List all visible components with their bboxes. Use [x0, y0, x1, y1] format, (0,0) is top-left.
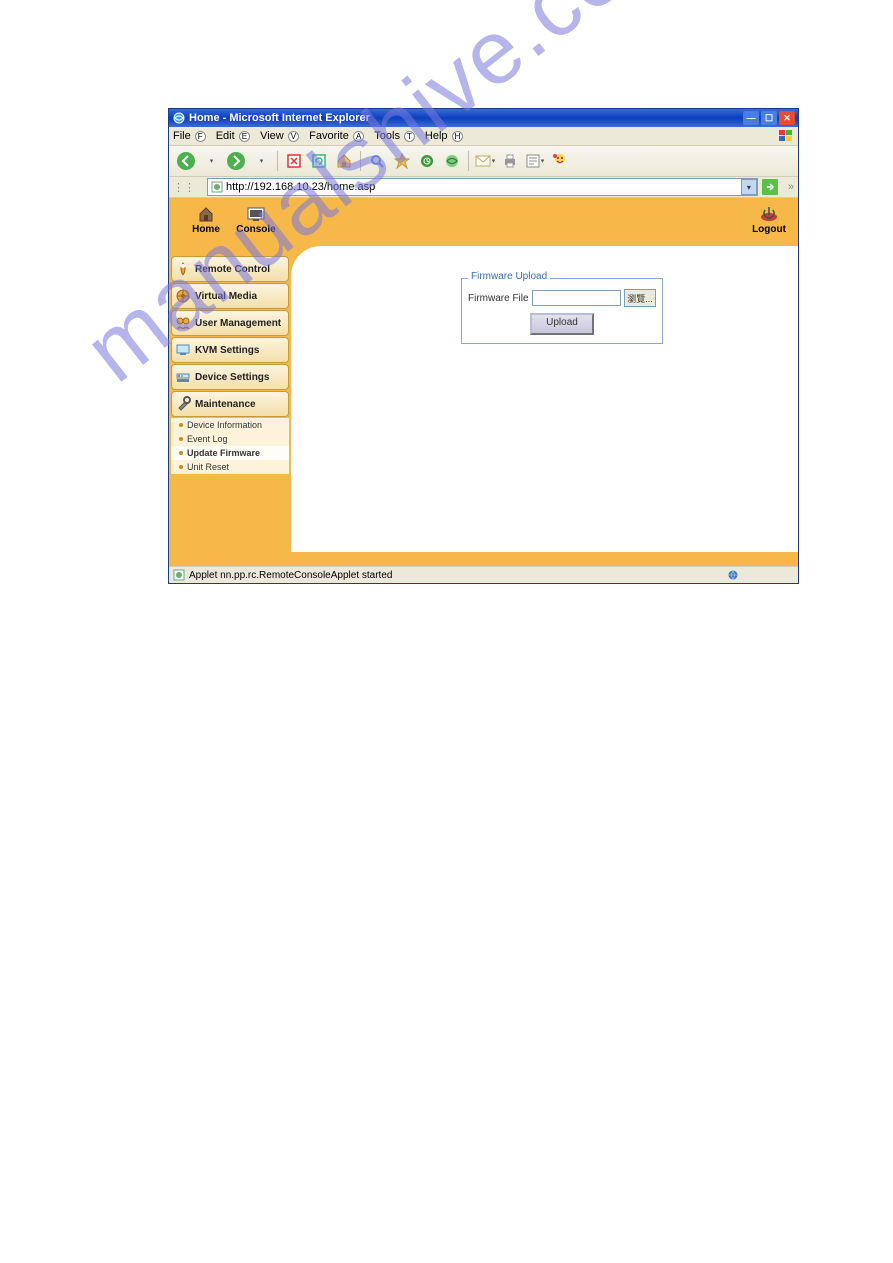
address-bar-bullets: ⋮⋮ [173, 181, 195, 194]
console-icon [231, 204, 281, 224]
sidebar-user-management[interactable]: User Management [171, 310, 289, 336]
messenger-button[interactable] [549, 150, 571, 172]
sidebar-item-label: KVM Settings [195, 345, 259, 356]
toolbar [169, 146, 798, 177]
go-button[interactable] [762, 179, 778, 195]
toolbar-separator [360, 151, 361, 171]
browser-window: Home - Microsoft Internet Explorer — ☐ ✕… [168, 108, 799, 584]
menu-edit[interactable]: Edit E [216, 130, 250, 142]
menu-help[interactable]: Help H [425, 130, 463, 142]
firmware-file-input[interactable] [532, 290, 621, 306]
toolbar-separator [468, 151, 469, 171]
sidebar-remote-control[interactable]: Remote Control [171, 256, 289, 282]
upload-button[interactable]: Upload [530, 313, 594, 335]
favorites-button[interactable] [391, 150, 413, 172]
address-url: http://192.168.10.23/home.asp [226, 181, 375, 193]
close-button[interactable]: ✕ [779, 111, 795, 125]
forward-dropdown[interactable] [250, 150, 272, 172]
sidebar-virtual-media[interactable]: Virtual Media [171, 283, 289, 309]
status-icon [173, 569, 185, 581]
sidebar-kvm-settings[interactable]: KVM Settings [171, 337, 289, 363]
menubar: File F Edit E View V Favorite A Tools T … [169, 127, 798, 146]
status-text: Applet nn.pp.rc.RemoteConsoleApplet star… [189, 570, 392, 581]
minimize-button[interactable]: — [743, 111, 759, 125]
browse-button[interactable]: 瀏覽... [624, 289, 656, 307]
mail-button[interactable] [474, 150, 496, 172]
topbar-console[interactable]: Console [231, 204, 281, 235]
sidebar-item-label: Device Settings [195, 372, 269, 383]
firmware-file-row: Firmware File 瀏覽... [468, 289, 656, 307]
page-viewport: Home Console Logout Firmware Upload Firm… [169, 198, 798, 566]
window-title: Home - Microsoft Internet Explorer [189, 112, 743, 124]
topbar-home[interactable]: Home [181, 204, 231, 235]
firmware-legend: Firmware Upload [468, 271, 550, 282]
links-handle[interactable]: » [788, 181, 794, 193]
menu-file[interactable]: File F [173, 130, 206, 142]
topbar-console-label: Console [231, 224, 281, 235]
sidebar-item-label: Remote Control [195, 264, 270, 275]
window-controls: — ☐ ✕ [743, 111, 795, 125]
status-bar: Applet nn.pp.rc.RemoteConsoleApplet star… [169, 566, 798, 583]
menu-tools[interactable]: Tools T [374, 130, 415, 142]
sidebar-maintenance[interactable]: Maintenance [171, 391, 289, 417]
home-icon [181, 204, 231, 224]
back-button[interactable] [175, 150, 197, 172]
sub-unit-reset[interactable]: Unit Reset [171, 460, 289, 474]
sidebar-item-label: User Management [195, 318, 281, 329]
maintenance-icon [174, 395, 192, 413]
device-settings-icon [174, 368, 192, 386]
user-management-icon [174, 314, 192, 332]
logout-icon [744, 204, 794, 224]
document-page: Home - Microsoft Internet Explorer — ☐ ✕… [0, 0, 893, 1263]
virtual-media-icon [174, 287, 192, 305]
address-dropdown[interactable]: ▾ [741, 179, 757, 195]
toolbar-separator [277, 151, 278, 171]
menu-view[interactable]: View V [260, 130, 299, 142]
windows-flag-icon [778, 129, 794, 143]
address-input[interactable]: http://192.168.10.23/home.asp ▾ [207, 178, 758, 196]
sub-update-firmware[interactable]: Update Firmware [171, 446, 289, 460]
history-button[interactable] [416, 150, 438, 172]
sidebar-device-settings[interactable]: Device Settings [171, 364, 289, 390]
edit-button[interactable] [524, 150, 546, 172]
refresh-button[interactable] [308, 150, 330, 172]
remote-control-icon [174, 260, 192, 278]
sub-event-log[interactable]: Event Log [171, 432, 289, 446]
sidebar: Remote Control Virtual Media User Manage… [171, 256, 289, 474]
home-button[interactable] [333, 150, 355, 172]
sidebar-item-label: Maintenance [195, 399, 256, 410]
forward-button[interactable] [225, 150, 247, 172]
menu-favorite[interactable]: Favorite A [309, 130, 364, 142]
print-button[interactable] [499, 150, 521, 172]
page-icon [211, 181, 223, 193]
content-panel: Firmware Upload Firmware File 瀏覽... Uplo… [291, 246, 798, 552]
sidebar-item-label: Virtual Media [195, 291, 257, 302]
topbar-home-label: Home [181, 224, 231, 235]
app-topbar: Home Console Logout [169, 198, 798, 246]
topbar-logout-label: Logout [744, 224, 794, 235]
topbar-logout[interactable]: Logout [744, 204, 794, 235]
titlebar: Home - Microsoft Internet Explorer — ☐ ✕ [169, 109, 798, 127]
stop-button[interactable] [283, 150, 305, 172]
firmware-file-label: Firmware File [468, 293, 529, 304]
back-dropdown[interactable] [200, 150, 222, 172]
sub-device-information[interactable]: Device Information [171, 418, 289, 432]
internet-zone-icon [728, 570, 738, 580]
search-button[interactable] [366, 150, 388, 172]
ie-icon [173, 112, 185, 124]
address-bar: ⋮⋮ http://192.168.10.23/home.asp ▾ » [169, 177, 798, 198]
media-button[interactable] [441, 150, 463, 172]
kvm-settings-icon [174, 341, 192, 359]
sidebar-sub-items: Device Information Event Log Update Firm… [171, 418, 289, 474]
firmware-upload-box: Firmware Upload Firmware File 瀏覽... Uplo… [461, 278, 663, 344]
maximize-button[interactable]: ☐ [761, 111, 777, 125]
